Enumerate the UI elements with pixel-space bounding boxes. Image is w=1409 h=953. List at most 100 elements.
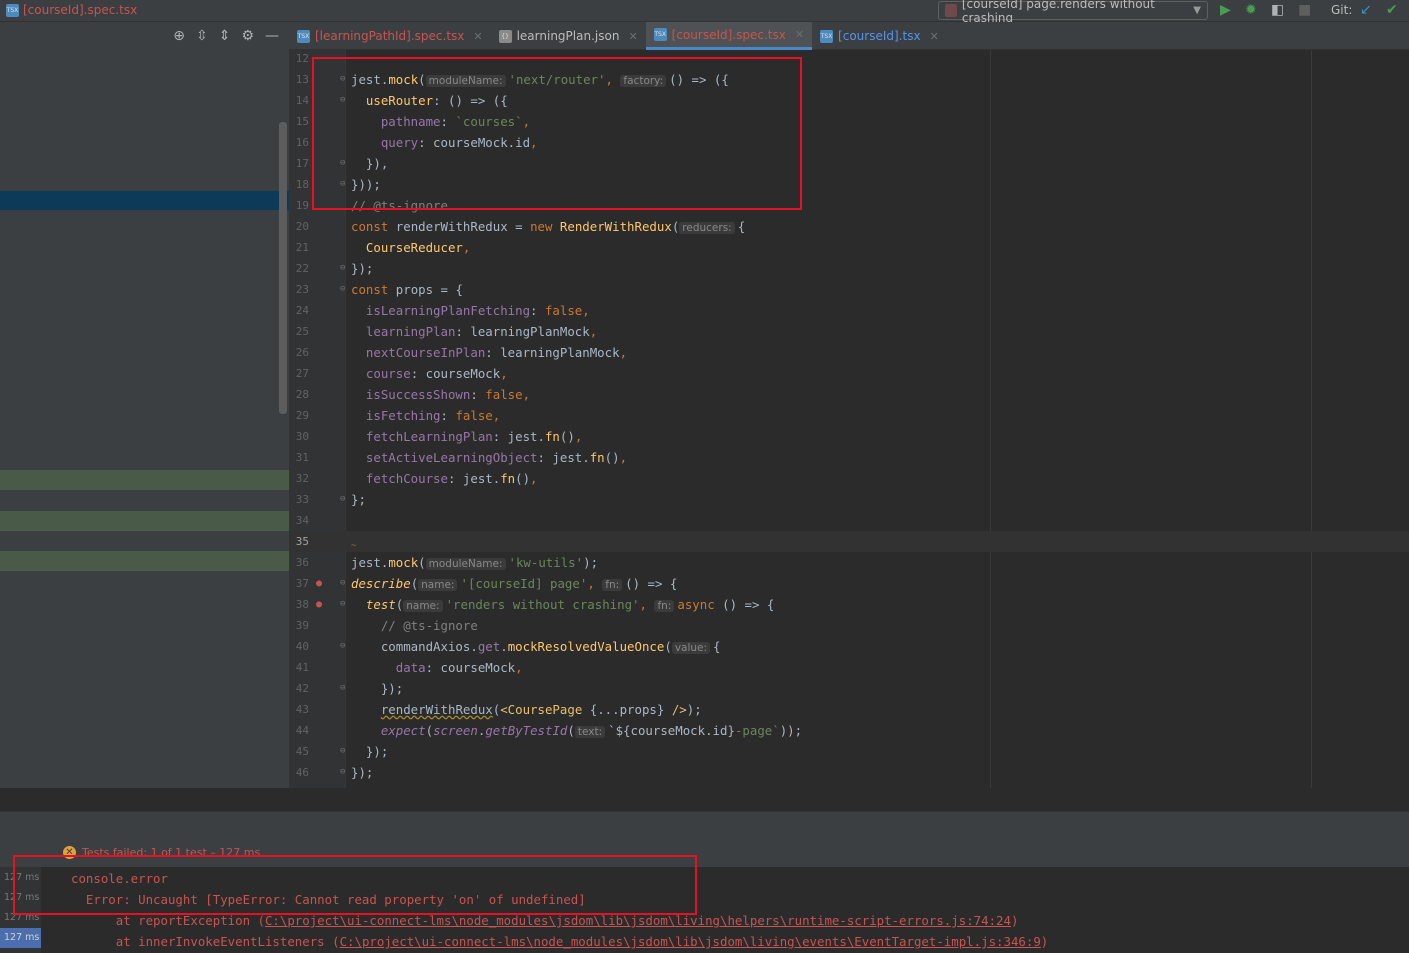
duration-label[interactable]: 127 ms <box>0 908 41 928</box>
git-update-icon[interactable]: ↙ <box>1360 2 1372 19</box>
stack-trace-link[interactable]: C:\project\ui-connect-lms\node_modules\j… <box>265 913 1011 928</box>
tab-learning-path-spec[interactable]: TSX [learningPathId].spec.tsx ✕ <box>289 22 491 50</box>
code-line[interactable]: 14 ⊖ useRouter: () => ({ <box>289 90 1409 111</box>
close-icon[interactable]: ✕ <box>795 28 804 41</box>
breadcrumb[interactable]: TSX [courseId].spec.tsx <box>6 3 137 17</box>
line-number: 24 <box>295 304 309 317</box>
code-line[interactable]: 20 const renderWithRedux = new RenderWith… <box>289 216 1409 237</box>
tree-row[interactable] <box>0 470 289 490</box>
fold-icon[interactable]: ⊖ <box>340 489 345 510</box>
fold-icon[interactable]: ⊖ <box>340 678 345 699</box>
code-line[interactable]: 28 isSuccessShown: false, <box>289 384 1409 405</box>
code-line[interactable]: 29 isFetching: false, <box>289 405 1409 426</box>
console-output[interactable]: 127 ms 127 ms 127 ms 127 ms console.erro… <box>0 867 1409 953</box>
code-line[interactable]: 22 ⊖}); <box>289 258 1409 279</box>
code-token: , <box>639 597 647 612</box>
crosshair-icon[interactable]: ⊕ <box>173 28 185 44</box>
stop-icon[interactable]: ■ <box>1298 2 1311 19</box>
fold-icon[interactable]: ⊖ <box>340 762 345 783</box>
code-line[interactable]: 43 renderWithRedux(<CoursePage {...props… <box>289 699 1409 720</box>
coverage-icon[interactable]: ◧ <box>1271 2 1284 19</box>
line-number: 23 <box>295 283 309 296</box>
code-line[interactable]: 16 query: courseMock.id, <box>289 132 1409 153</box>
fold-icon[interactable]: ⊖ <box>340 636 345 657</box>
debug-icon[interactable]: ✹ <box>1245 2 1257 19</box>
test-failed-gutter-icon[interactable]: ● <box>316 573 322 594</box>
fold-icon[interactable]: ⊖ <box>340 258 345 279</box>
duration-label[interactable]: 127 ms <box>0 888 41 908</box>
code-line[interactable]: 21 CourseReducer, <box>289 237 1409 258</box>
git-commit-icon[interactable]: ✔ <box>1386 2 1398 19</box>
code-line[interactable]: 37 ● ⊖ describe(name: '[courseId] page', fn:… <box>289 573 1409 594</box>
selected-tree-row[interactable] <box>0 191 289 210</box>
code-token: isLearningPlanFetching <box>351 303 531 318</box>
close-icon[interactable]: ✕ <box>930 30 939 43</box>
code-line[interactable]: 24 isLearningPlanFetching: false, <box>289 300 1409 321</box>
code-line[interactable]: 17 ⊖ }), <box>289 153 1409 174</box>
fold-icon[interactable]: ⊖ <box>340 90 345 111</box>
code-line[interactable]: 19 // @ts-ignore <box>289 195 1409 216</box>
console-text: at innerInvokeEventListeners ( <box>71 934 340 949</box>
code-token: }); <box>351 681 404 696</box>
title-bar: TSX [courseId].spec.tsx [courseId] page.… <box>0 0 1409 25</box>
fold-icon[interactable]: ⊖ <box>340 174 345 195</box>
code-line[interactable]: 42 ⊖ }); <box>289 678 1409 699</box>
code-line[interactable]: 46 ⊖}); <box>289 762 1409 783</box>
code-line[interactable]: 36 jest.mock(moduleName:'kw-utils'); <box>289 552 1409 573</box>
code-token: )); <box>779 723 803 738</box>
collapse-all-icon[interactable]: ⇕ <box>219 28 231 44</box>
close-icon[interactable]: ✕ <box>628 30 637 43</box>
code-token: async <box>677 597 715 612</box>
fold-icon[interactable]: ⊖ <box>340 69 345 90</box>
duration-label[interactable]: 127 ms <box>0 868 41 888</box>
line-number: 31 <box>295 451 309 464</box>
code-line[interactable]: 34 <box>289 510 1409 531</box>
tree-row[interactable] <box>0 511 289 531</box>
tab-label: [courseId].spec.tsx <box>671 27 786 42</box>
tab-learning-plan-json[interactable]: {} learningPlan.json ✕ <box>491 22 646 50</box>
code-line[interactable]: 38 ● ⊖ test(name:'renders without crashing… <box>289 594 1409 615</box>
run-icon[interactable]: ▶ <box>1220 2 1231 19</box>
code-token: learningPlanMock <box>500 345 620 360</box>
code-line[interactable]: 40 ⊖ commandAxios.get.mockResolvedValueOn… <box>289 636 1409 657</box>
duration-label-selected[interactable]: 127 ms <box>0 928 41 948</box>
expand-all-icon[interactable]: ⇳ <box>196 28 208 44</box>
code-line[interactable]: 31 setActiveLearningObject: jest.fn(), <box>289 447 1409 468</box>
gear-icon[interactable]: ⚙ <box>241 28 254 44</box>
code-line-current[interactable]: 35 ~ <box>289 531 1409 552</box>
fold-icon[interactable]: ⊖ <box>340 153 345 174</box>
code-line[interactable]: 15 pathname: `courses`, <box>289 111 1409 132</box>
run-configuration-select[interactable]: [courseId] page.renders without crashing… <box>938 0 1208 25</box>
fold-icon[interactable]: ⊖ <box>340 741 345 762</box>
code-line[interactable]: 12 <box>289 50 1409 69</box>
code-editor[interactable]: 12 13 ⊖ jest.mock(moduleName:'next/router'… <box>289 50 1409 788</box>
code-line[interactable]: 33 ⊖}; <box>289 489 1409 510</box>
stack-trace-link[interactable]: C:\project\ui-connect-lms\node_modules\j… <box>340 934 1041 949</box>
line-number: 32 <box>295 472 309 485</box>
code-token: , <box>605 72 613 87</box>
code-line[interactable]: 23 ⊖ const props = { <box>289 279 1409 300</box>
code-line[interactable]: 26 nextCourseInPlan: learningPlanMock, <box>289 342 1409 363</box>
minimize-icon[interactable]: — <box>265 28 279 44</box>
code-line[interactable]: 44 expect(screen.getByTestId(text: `${cou… <box>289 720 1409 741</box>
code-line[interactable]: 39 // @ts-ignore <box>289 615 1409 636</box>
tab-course-spec[interactable]: TSX [courseId].spec.tsx ✕ <box>645 22 813 50</box>
fold-icon[interactable]: ⊖ <box>340 594 345 615</box>
code-line[interactable]: 25 learningPlan: learningPlanMock, <box>289 321 1409 342</box>
breadcrumb-file[interactable]: [courseId].spec.tsx <box>23 3 137 17</box>
test-failed-gutter-icon[interactable]: ● <box>316 594 322 615</box>
code-line[interactable]: 27 course: courseMock, <box>289 363 1409 384</box>
code-line[interactable]: 41 data: courseMock, <box>289 657 1409 678</box>
code-line[interactable]: 18 ⊖})); <box>289 174 1409 195</box>
tab-course-tsx[interactable]: TSX [courseId].tsx ✕ <box>812 22 947 50</box>
close-icon[interactable]: ✕ <box>473 30 482 43</box>
fold-icon[interactable]: ⊖ <box>340 279 345 300</box>
code-line[interactable]: 13 ⊖ jest.mock(moduleName:'next/router', f… <box>289 69 1409 90</box>
code-line[interactable]: 32 fetchCourse: jest.fn(), <box>289 468 1409 489</box>
tree-row[interactable] <box>0 551 289 571</box>
code-line[interactable]: 30 fetchLearningPlan: jest.fn(), <box>289 426 1409 447</box>
fold-icon[interactable]: ⊖ <box>340 573 345 594</box>
code-line[interactable]: 45 ⊖ }); <box>289 741 1409 762</box>
scrollbar[interactable] <box>279 122 287 414</box>
